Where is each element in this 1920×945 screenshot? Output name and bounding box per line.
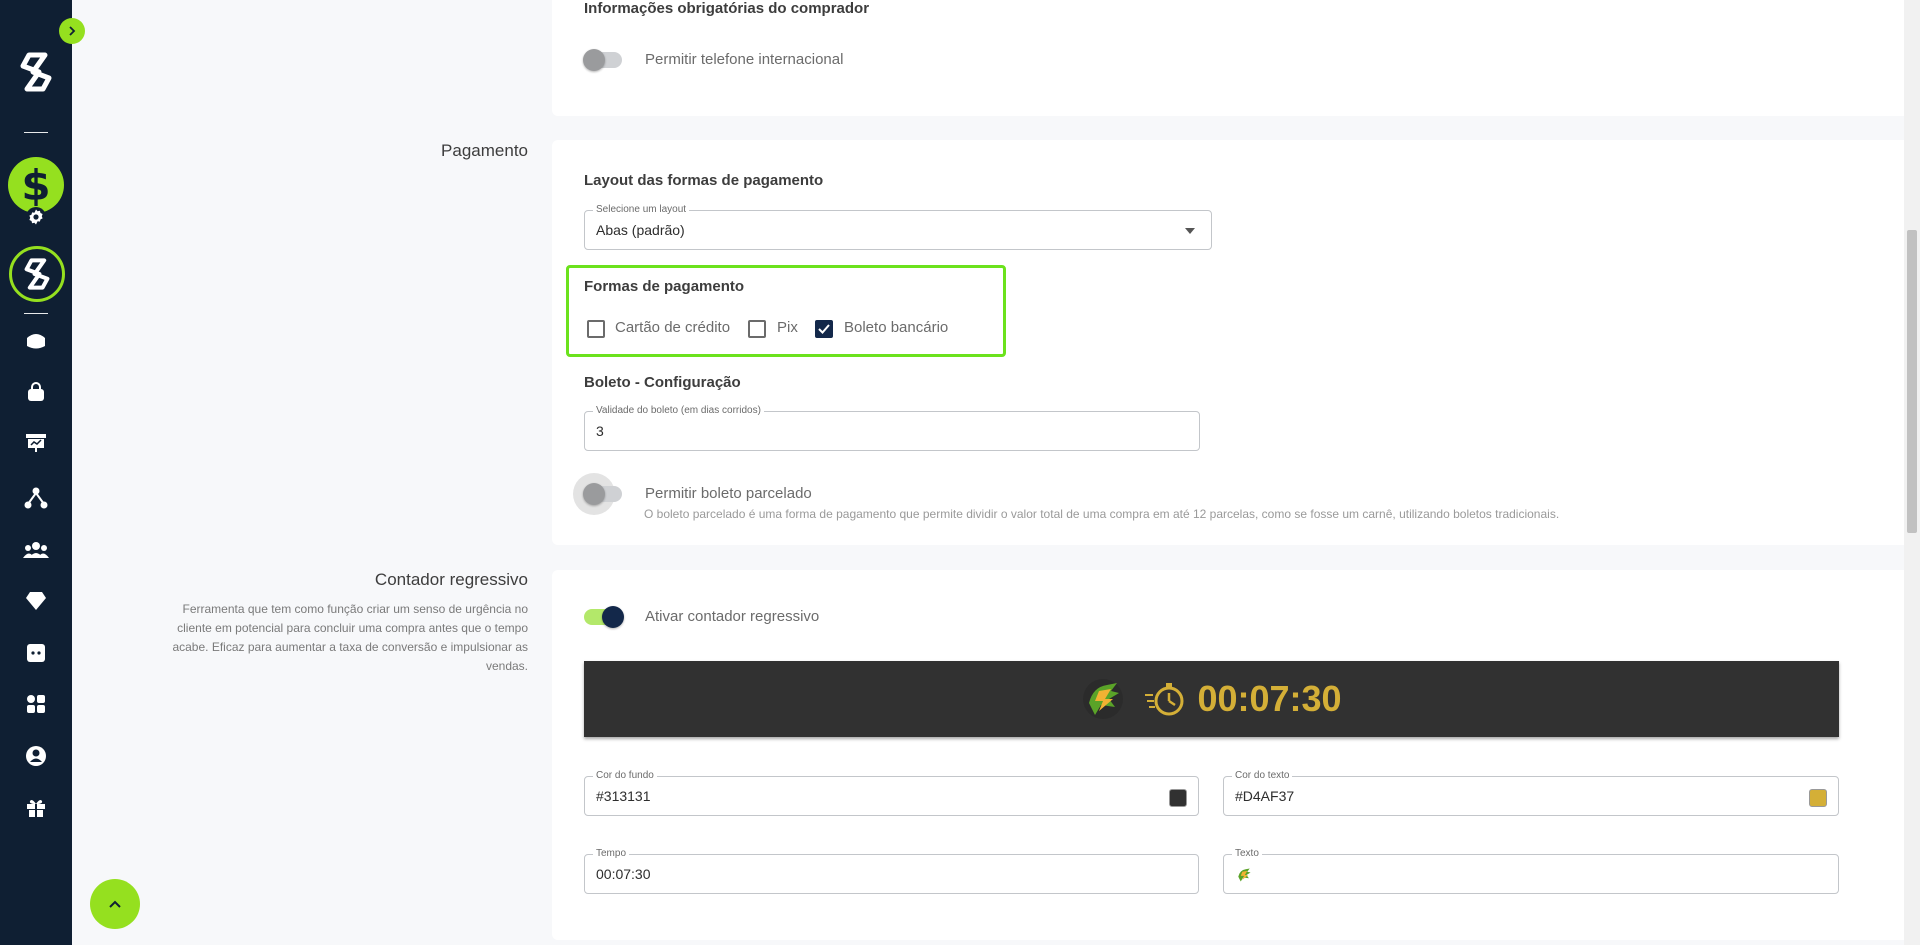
main-content: Informações obrigatórias do comprador Pe… (72, 0, 1920, 945)
text-color-swatch[interactable] (1809, 789, 1827, 807)
account-icon[interactable] (0, 744, 72, 768)
payment-section-title: Pagamento (441, 141, 528, 160)
sidebar: $ (0, 0, 72, 945)
layout-select[interactable]: Selecione um layout Abas (padrão) (584, 204, 1212, 250)
intl-phone-label: Permitir telefone internacional (645, 51, 844, 68)
time-input[interactable]: Tempo 00:07:30 (584, 848, 1199, 894)
boleto-label: Boleto bancário (844, 319, 949, 336)
layout-select-legend: Selecione um layout (593, 204, 690, 216)
boleto-config-heading: Boleto - Configuração (584, 374, 741, 391)
buyer-info-heading: Informações obrigatórias do comprador (584, 0, 870, 17)
payment-methods-heading: Formas de pagamento (584, 278, 745, 295)
page-scrollbar[interactable] (1904, 0, 1920, 945)
monitor-icon[interactable] (0, 431, 72, 455)
time-value: 00:07:30 (596, 866, 651, 882)
dragon-logo-icon (1238, 868, 1251, 882)
boleto-validity-input[interactable]: Validade do boleto (em dias corridos) 3 (584, 405, 1200, 451)
bg-color-input[interactable]: Cor do fundo #313131 (584, 770, 1199, 816)
network-icon[interactable] (0, 486, 72, 510)
logo-icon[interactable] (0, 50, 72, 94)
layout-heading: Layout das formas de pagamento (584, 172, 824, 189)
pix-label: Pix (777, 319, 798, 336)
intl-phone-toggle[interactable] (583, 49, 622, 71)
countdown-section-title: Contador regressivo (374, 570, 528, 589)
chevron-up-icon (109, 900, 121, 908)
sidebar-divider (24, 313, 48, 314)
caret-down-icon (1185, 228, 1195, 234)
credit-card-label: Cartão de crédito (615, 319, 731, 336)
check-icon (818, 324, 830, 334)
users-icon[interactable] (0, 538, 72, 562)
credit-card-checkbox[interactable] (587, 320, 605, 338)
home-icon[interactable] (0, 328, 72, 352)
boleto-validity-legend: Validade do boleto (em dias corridos) (593, 405, 764, 417)
bag-icon[interactable] (0, 380, 72, 404)
expand-sidebar-button[interactable] (59, 18, 85, 44)
scrollbar-thumb[interactable] (1907, 230, 1917, 533)
countdown-preview-time: 00:07:30 (1197, 678, 1342, 719)
gear-icon[interactable] (24, 205, 48, 229)
pix-checkbox[interactable] (748, 320, 766, 338)
bg-color-swatch[interactable] (1169, 789, 1187, 807)
diamond-icon[interactable] (0, 589, 72, 613)
bg-color-legend: Cor do fundo (593, 770, 657, 782)
boleto-checkbox[interactable] (815, 320, 833, 338)
text-legend: Texto (1232, 848, 1262, 860)
boleto-installments-label: Permitir boleto parcelado (645, 485, 812, 502)
countdown-preview-banner: 00:07:30 (584, 661, 1839, 737)
sidebar-divider (24, 132, 48, 133)
puzzle-icon[interactable] (0, 641, 72, 665)
countdown-section-desc: Ferramenta que tem como função criar um … (172, 602, 528, 673)
payment-card: Layout das formas de pagamento Selecione… (552, 140, 1920, 545)
chevron-right-icon (69, 26, 76, 36)
boleto-installments-toggle[interactable] (583, 483, 622, 505)
dragon-logo-icon (1083, 679, 1124, 719)
scroll-to-top-button[interactable] (90, 879, 140, 929)
text-input[interactable]: Texto (1223, 848, 1839, 894)
text-color-legend: Cor do texto (1232, 770, 1293, 782)
time-legend: Tempo (593, 848, 630, 860)
apps-icon[interactable] (0, 692, 72, 716)
bg-color-value: #313131 (596, 788, 651, 804)
boleto-validity-value: 3 (596, 423, 604, 439)
stopwatch-icon (1145, 683, 1184, 716)
gift-icon[interactable] (0, 796, 72, 820)
buyer-info-card: Informações obrigatórias do comprador Pe… (552, 0, 1920, 116)
boleto-installments-help: O boleto parcelado é uma forma de pagame… (644, 507, 1560, 521)
countdown-enable-label: Ativar contador regressivo (645, 608, 820, 625)
text-color-input[interactable]: Cor do texto #D4AF37 (1223, 770, 1839, 816)
ring-logo-icon[interactable] (9, 246, 65, 302)
countdown-enable-toggle[interactable] (584, 606, 624, 628)
layout-select-value: Abas (padrão) (596, 222, 685, 238)
text-color-value: #D4AF37 (1235, 788, 1295, 804)
countdown-card: Ativar contador regressivo 00:07:30 Cor … (552, 570, 1920, 940)
